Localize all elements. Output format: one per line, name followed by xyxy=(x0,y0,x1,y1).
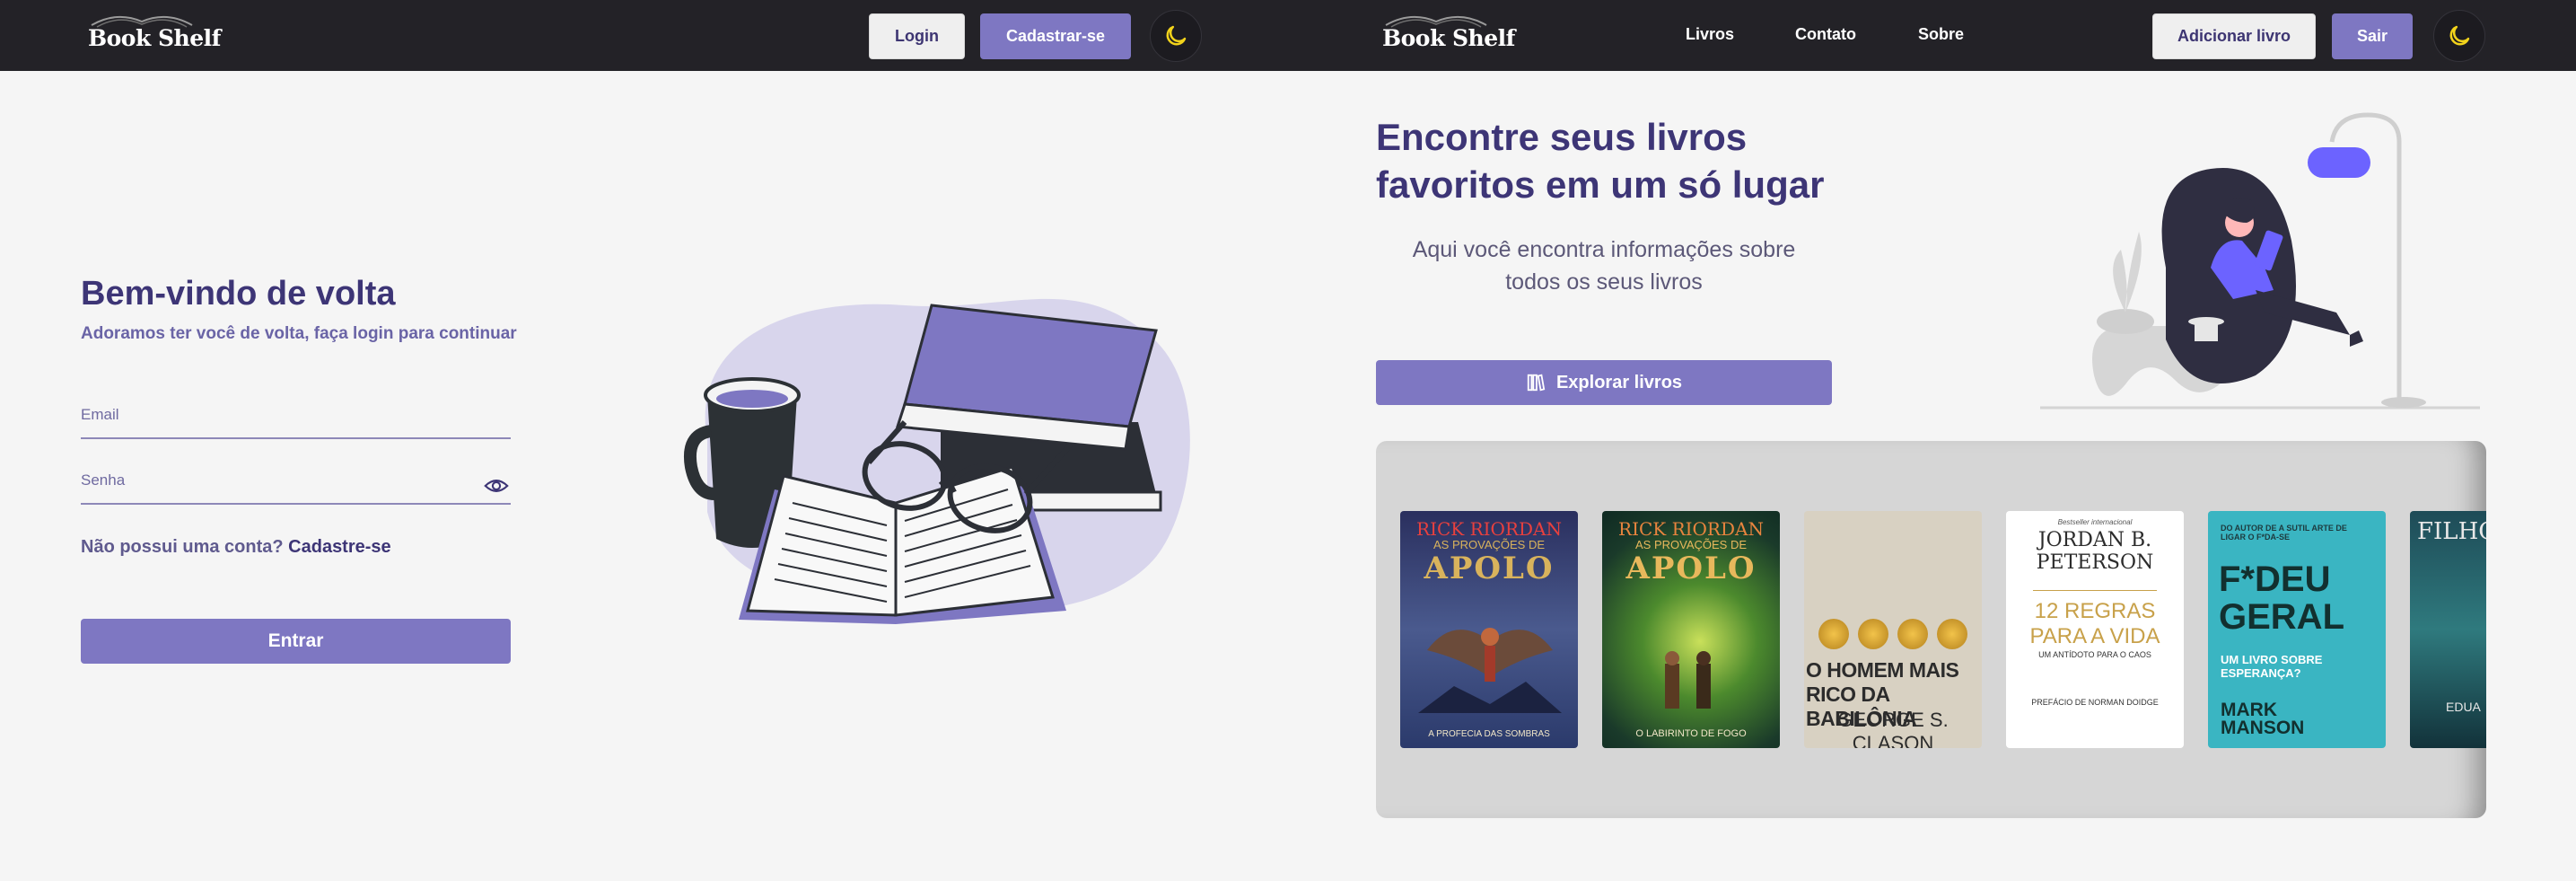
book-title: F*DEU GERAL xyxy=(2219,560,2344,636)
book-author: RICK RIORDAN xyxy=(1618,518,1764,540)
book-series: APOLO xyxy=(1424,551,1555,586)
book-author: MARK MANSON xyxy=(2221,700,2305,738)
explore-books-button[interactable]: Explorar livros xyxy=(1376,360,1832,405)
login-page: Book Shelf Login Cadastrar-se Bem-vindo … xyxy=(0,0,1284,881)
book-cover[interactable]: RICK RIORDAN AS PROVAÇÕES DE APOLO O LAB… xyxy=(1602,511,1780,748)
book-cover[interactable]: O HOMEM MAIS RICO DA BABILÔNIA GEORGE S.… xyxy=(1804,511,1982,748)
book-author-line1: MARK xyxy=(2221,700,2277,720)
book-cover[interactable]: FILHO EDUA xyxy=(2410,511,2486,748)
book-author: EDUA xyxy=(2446,700,2481,714)
book-tag: Bestseller internacional xyxy=(2057,518,2133,526)
hero-title-line2: favoritos em um só lugar xyxy=(1376,163,1825,206)
book-series: APOLO xyxy=(1625,551,1757,586)
email-field[interactable] xyxy=(81,395,511,436)
logout-button[interactable]: Sair xyxy=(2332,13,2413,59)
book-preface: PREFÁCIO DE NORMAN DOIDGE xyxy=(2031,698,2159,707)
email-underline xyxy=(81,437,511,439)
explore-books-label: Explorar livros xyxy=(1555,372,1683,392)
hero-title-line1: Encontre seus livros xyxy=(1376,116,1748,158)
book-cover[interactable]: Bestseller internacional JORDAN B. PETER… xyxy=(2006,511,2184,748)
login-subheading: Adoramos ter você de volta, faça login p… xyxy=(81,324,517,343)
theme-toggle[interactable] xyxy=(1150,10,1202,62)
book-cover[interactable]: RICK RIORDAN AS PROVAÇÕES DE APOLO A PRO… xyxy=(1400,511,1578,748)
hero-subtitle-line2: todos os seus livros xyxy=(1505,269,1703,295)
signup-prompt: Não possui uma conta? Cadastre-se xyxy=(81,537,391,558)
logo[interactable]: Book Shelf xyxy=(1382,15,1515,51)
book-title-line1: 12 REGRAS xyxy=(2034,599,2156,623)
submit-login-button[interactable]: Entrar xyxy=(81,619,511,664)
login-button[interactable]: Login xyxy=(869,13,965,59)
book-title-line1: F*DEU xyxy=(2219,559,2331,599)
book-subtitle: UM ANTÍDOTO PARA O CAOS xyxy=(2038,650,2151,659)
login-heading: Bem-vindo de volta xyxy=(81,275,396,313)
book-author: RICK RIORDAN xyxy=(1416,518,1562,540)
logo-text: Book Shelf xyxy=(88,25,221,51)
theme-toggle[interactable] xyxy=(2433,10,2485,62)
nav-link-livros[interactable]: Livros xyxy=(1686,25,1734,44)
moon-icon xyxy=(2449,25,2470,46)
password-underline xyxy=(81,503,511,505)
gold-coins xyxy=(1804,619,1982,649)
book-title: AS PROVAÇÕES DE xyxy=(1634,538,1747,551)
book-author: JORDAN B. PETERSON xyxy=(2006,529,2184,574)
navbar: Book Shelf Livros Contato Sobre Adiciona… xyxy=(1284,0,2576,71)
book-subtitle: A PROFECIA DAS SOMBRAS xyxy=(1428,729,1550,739)
logo-text: Book Shelf xyxy=(1382,25,1515,51)
nav-link-contato[interactable]: Contato xyxy=(1795,25,1856,44)
signup-button[interactable]: Cadastrar-se xyxy=(980,13,1131,59)
hero-subtitle-line1: Aqui você encontra informações sobre xyxy=(1412,237,1796,262)
eye-icon xyxy=(484,480,509,492)
home-page: Book Shelf Livros Contato Sobre Adiciona… xyxy=(1284,0,2576,881)
book-title: FILHO xyxy=(2417,518,2486,545)
book-title: 12 REGRAS PARA A VIDA xyxy=(2006,599,2184,649)
book-art xyxy=(1665,651,1711,709)
hero-subtitle: Aqui você encontra informações sobre tod… xyxy=(1376,233,1832,298)
no-account-text: Não possui uma conta? xyxy=(81,537,284,557)
book-author-line2: MANSON xyxy=(2221,718,2305,738)
nav-link-sobre[interactable]: Sobre xyxy=(1918,25,1964,44)
moon-icon xyxy=(1166,25,1187,46)
logo[interactable]: Book Shelf xyxy=(88,15,221,51)
library-icon xyxy=(1527,374,1546,392)
book-pre: DO AUTOR DE A SUTIL ARTE DE LIGAR O F*DA… xyxy=(2221,524,2347,542)
show-password-toggle[interactable] xyxy=(483,473,510,503)
book-subtitle: UM LIVRO SOBRE ESPERANÇA? xyxy=(2221,653,2323,680)
password-field[interactable] xyxy=(81,461,476,501)
book-subtitle: O LABIRINTO DE FOGO xyxy=(1635,728,1747,739)
hero-title: Encontre seus livros favoritos em um só … xyxy=(1376,113,1824,208)
navbar: Book Shelf Login Cadastrar-se xyxy=(0,0,1284,71)
book-carousel[interactable]: RICK RIORDAN AS PROVAÇÕES DE APOLO A PRO… xyxy=(1376,441,2486,818)
add-book-button[interactable]: Adicionar livro xyxy=(2152,13,2316,59)
book-cover[interactable]: DO AUTOR DE A SUTIL ARTE DE LIGAR O F*DA… xyxy=(2208,511,2386,748)
reading-woman-illustration xyxy=(2040,112,2480,410)
book-title: AS PROVAÇÕES DE xyxy=(1433,538,1545,551)
book-author: GEORGE S. CLASON xyxy=(1837,709,1949,748)
book-author-line2: PETERSON xyxy=(2036,551,2154,574)
book-title-line2: GERAL xyxy=(2219,597,2344,637)
book-art xyxy=(1418,628,1562,713)
signup-link[interactable]: Cadastre-se xyxy=(288,537,391,557)
book-author-line1: JORDAN B. xyxy=(2037,529,2152,551)
book-title-line2: PARA A VIDA xyxy=(2029,624,2160,648)
books-coffee-illustration xyxy=(684,298,1190,624)
